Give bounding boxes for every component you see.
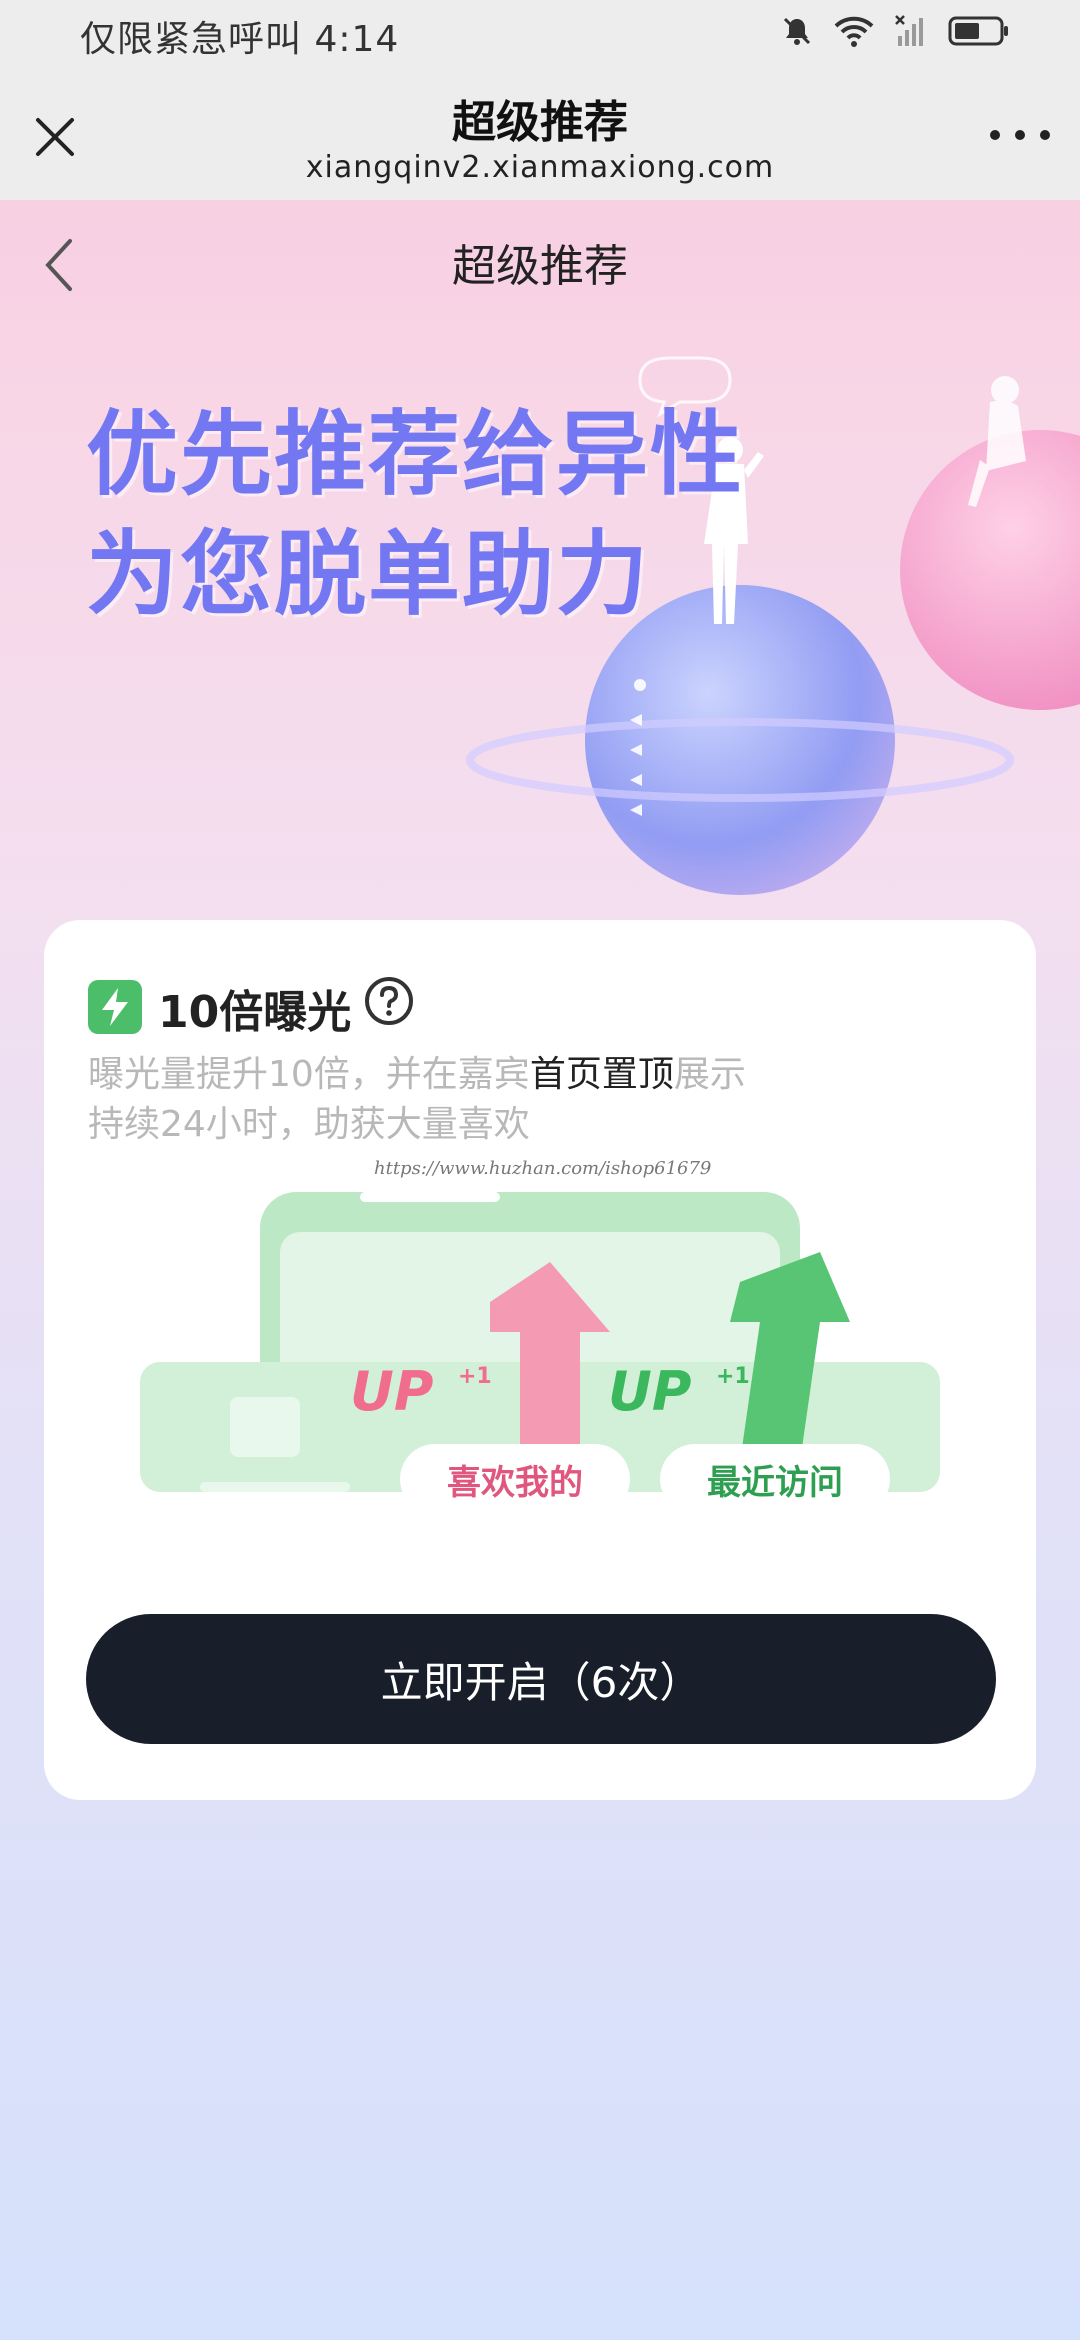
carrier-text: 仅限紧急呼叫 <box>80 19 303 60</box>
tag-likes-me: 喜欢我的 <box>400 1444 630 1514</box>
up-badge-right: UP <box>608 1360 692 1423</box>
hero-headline-line2: 为您脱单助力 <box>86 521 651 628</box>
battery-icon <box>948 16 1008 46</box>
page-title: 超级推荐 <box>452 241 628 292</box>
plus-one-left: +1 <box>458 1364 492 1389</box>
clock: 4:14 <box>314 19 400 60</box>
plus-one-right: +1 <box>716 1364 750 1389</box>
lightning-icon <box>88 980 142 1034</box>
mute-bell-icon <box>783 17 811 45</box>
watermark: https://www.huzhan.com/ishop61679 <box>374 1158 712 1179</box>
activate-button[interactable]: 立即开启（6次） <box>86 1614 996 1744</box>
highlight-text: 首页置顶 <box>529 1054 674 1095</box>
browser-url: xiangqinv2.xianmaxiong.com <box>305 150 775 185</box>
hero-banner: 优先推荐给异性 为您脱单助力 <box>0 340 1080 900</box>
signal-no-sim-icon <box>895 15 923 46</box>
hero-headline-line1: 优先推荐给异性 <box>86 401 745 508</box>
browser-bar: 超级推荐 xiangqinv2.xianmaxiong.com <box>0 72 1080 200</box>
browser-title: 超级推荐 <box>452 97 628 148</box>
help-icon[interactable] <box>364 976 414 1026</box>
exposure-illustration: UP +1 UP +1 喜欢我的 最近访问 <box>140 1192 940 1514</box>
feature-description: 曝光量提升10倍，并在嘉宾首页置顶展示 持续24小时，助获大量喜欢 <box>88 1054 746 1145</box>
more-options-icon[interactable] <box>990 120 1050 150</box>
tag-recent-visits: 最近访问 <box>660 1444 890 1514</box>
status-bar: 仅限紧急呼叫 4:14 <box>0 0 1080 72</box>
up-badge-left: UP <box>350 1360 434 1423</box>
feature-card: 10倍曝光 曝光量提升10倍，并在嘉宾首页置顶展示 持续24小时，助获大量喜欢 … <box>44 920 1036 1800</box>
wifi-icon <box>834 16 874 47</box>
feature-title: 10倍曝光 <box>158 987 352 1038</box>
